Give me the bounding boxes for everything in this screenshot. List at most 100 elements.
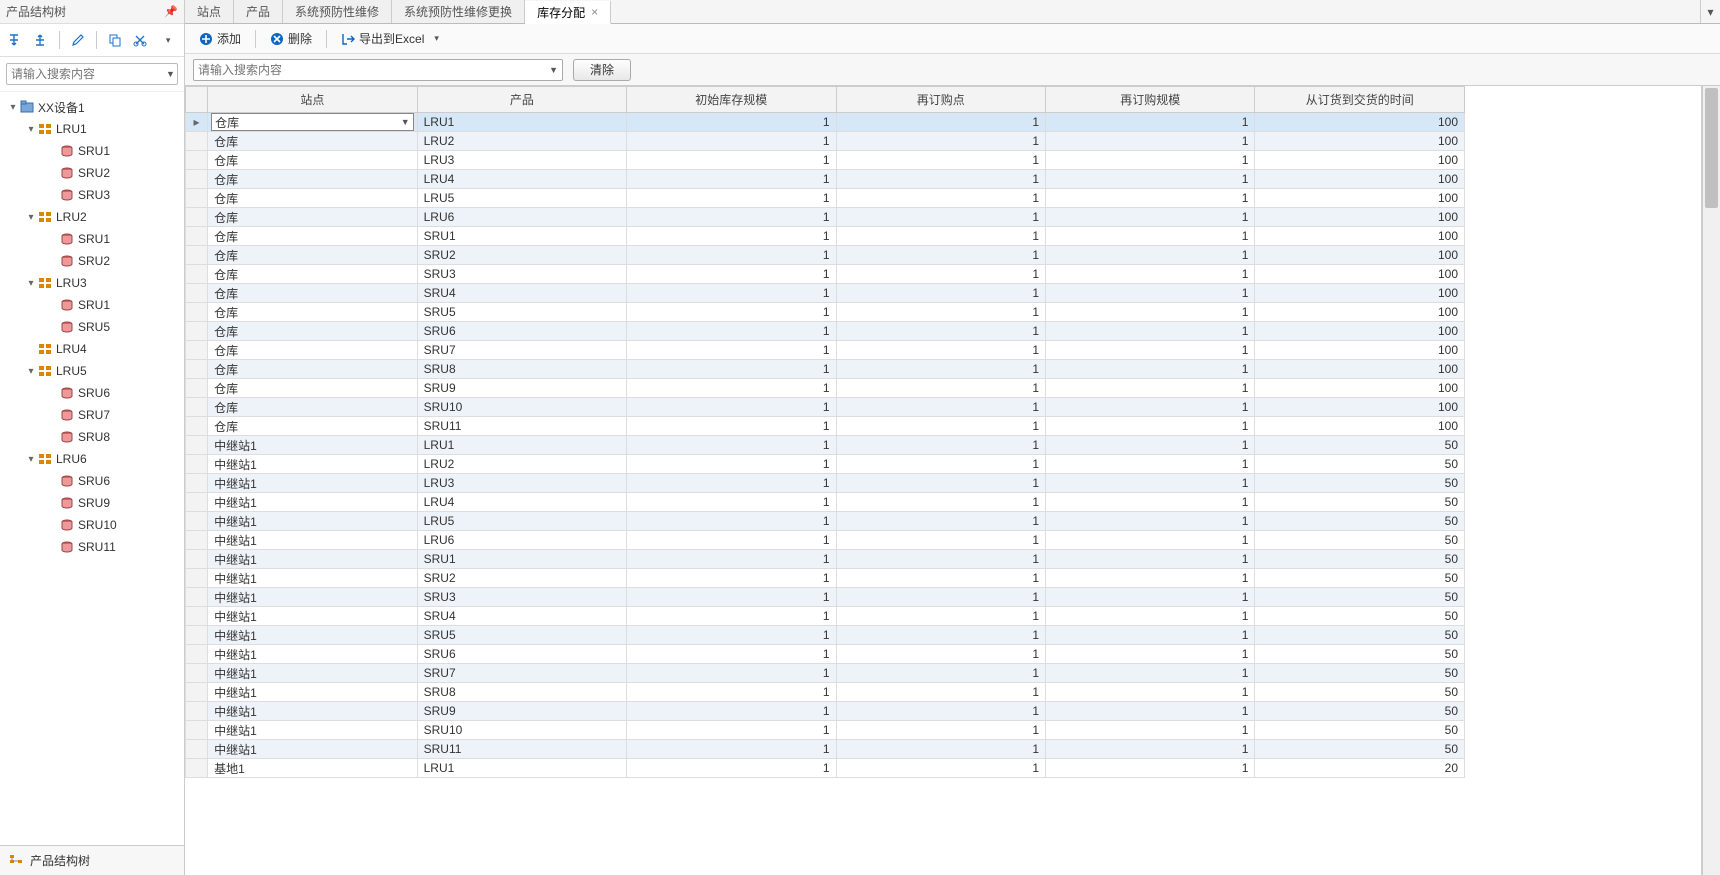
tab[interactable]: 站点 (185, 0, 234, 23)
table-row[interactable]: 中继站1LRU611150 (186, 531, 1465, 550)
cell-value[interactable]: 1 (836, 626, 1045, 645)
cell-value[interactable]: 1 (836, 436, 1045, 455)
cell-value[interactable]: 1 (836, 417, 1045, 436)
cell-value[interactable]: 1 (836, 702, 1045, 721)
table-row[interactable]: 仓库LRU5111100 (186, 189, 1465, 208)
cell-site[interactable]: 仓库 (208, 303, 417, 322)
cell-value[interactable]: 1 (836, 607, 1045, 626)
cell-product[interactable]: SRU11 (417, 740, 626, 759)
cell-value[interactable]: 50 (1255, 493, 1465, 512)
cell-site[interactable]: 中继站1 (208, 664, 417, 683)
chevron-down-icon[interactable]: ▼ (549, 65, 558, 75)
tree-item[interactable]: SRU7 (0, 404, 184, 426)
tree-toggle-icon[interactable]: ▾ (26, 454, 36, 465)
cell-site[interactable]: 仓库 (208, 189, 417, 208)
cell-value[interactable]: 50 (1255, 664, 1465, 683)
tabs-overflow-button[interactable]: ▾ (1700, 0, 1720, 23)
tree-item[interactable]: SRU11 (0, 536, 184, 558)
cell-value[interactable]: 1 (1046, 303, 1255, 322)
cell-value[interactable]: 1 (836, 683, 1045, 702)
cell-value[interactable]: 1 (1046, 588, 1255, 607)
cell-value[interactable]: 1 (627, 189, 836, 208)
cell-site[interactable]: 中继站1 (208, 645, 417, 664)
table-row[interactable]: 中继站1SRU311150 (186, 588, 1465, 607)
cell-value[interactable]: 1 (836, 398, 1045, 417)
cell-value[interactable]: 1 (836, 170, 1045, 189)
cell-value[interactable]: 1 (627, 360, 836, 379)
cell-value[interactable]: 1 (627, 493, 836, 512)
cell-value[interactable]: 1 (1046, 512, 1255, 531)
table-row[interactable]: 基地1LRU111120 (186, 759, 1465, 778)
cell-value[interactable]: 100 (1255, 398, 1465, 417)
cell-product[interactable]: LRU5 (417, 189, 626, 208)
cell-value[interactable]: 1 (627, 569, 836, 588)
filter-input[interactable]: ▼ (193, 59, 563, 81)
cell-product[interactable]: SRU1 (417, 550, 626, 569)
cell-value[interactable]: 1 (627, 512, 836, 531)
cell-site[interactable]: 仓库▼ (208, 113, 417, 132)
cell-value[interactable]: 1 (627, 531, 836, 550)
cell-value[interactable]: 50 (1255, 607, 1465, 626)
table-row[interactable]: 仓库SRU7111100 (186, 341, 1465, 360)
cell-site[interactable]: 基地1 (208, 759, 417, 778)
cut-button[interactable] (129, 28, 153, 52)
vertical-scrollbar[interactable] (1702, 86, 1720, 875)
cell-value[interactable]: 1 (836, 664, 1045, 683)
tab[interactable]: 库存分配× (525, 1, 611, 24)
table-row[interactable]: 中继站1SRU611150 (186, 645, 1465, 664)
tree-item[interactable]: SRU8 (0, 426, 184, 448)
cell-product[interactable]: SRU5 (417, 303, 626, 322)
tree-item[interactable]: LRU4 (0, 338, 184, 360)
search-input[interactable]: ▼ (6, 63, 178, 85)
cell-value[interactable]: 100 (1255, 170, 1465, 189)
cell-value[interactable]: 50 (1255, 588, 1465, 607)
cell-value[interactable]: 1 (627, 588, 836, 607)
cell-product[interactable]: SRU6 (417, 322, 626, 341)
cell-value[interactable]: 100 (1255, 417, 1465, 436)
cell-site[interactable]: 中继站1 (208, 474, 417, 493)
cell-value[interactable]: 1 (836, 455, 1045, 474)
cell-value[interactable]: 50 (1255, 683, 1465, 702)
table-row[interactable]: 中继站1SRU811150 (186, 683, 1465, 702)
table-row[interactable]: 中继站1SRU711150 (186, 664, 1465, 683)
tree-item[interactable]: SRU10 (0, 514, 184, 536)
cell-value[interactable]: 1 (836, 303, 1045, 322)
cell-value[interactable]: 1 (836, 645, 1045, 664)
cell-value[interactable]: 1 (627, 436, 836, 455)
tree-item[interactable]: SRU1 (0, 294, 184, 316)
cell-value[interactable]: 1 (627, 474, 836, 493)
cell-product[interactable]: SRU8 (417, 683, 626, 702)
column-header[interactable]: 从订货到交货的时间 (1255, 87, 1465, 113)
cell-product[interactable]: SRU8 (417, 360, 626, 379)
cell-site[interactable]: 中继站1 (208, 740, 417, 759)
cell-value[interactable]: 1 (1046, 227, 1255, 246)
cell-value[interactable]: 20 (1255, 759, 1465, 778)
table-row[interactable]: 仓库SRU5111100 (186, 303, 1465, 322)
tree-toggle-icon[interactable]: ▾ (26, 278, 36, 289)
cell-site[interactable]: 仓库 (208, 170, 417, 189)
cell-value[interactable]: 1 (836, 265, 1045, 284)
cell-product[interactable]: LRU1 (417, 113, 626, 132)
cell-value[interactable]: 1 (627, 645, 836, 664)
tree-item[interactable]: ▾LRU6 (0, 448, 184, 470)
cell-value[interactable]: 1 (836, 132, 1045, 151)
cell-value[interactable]: 100 (1255, 379, 1465, 398)
cell-value[interactable]: 1 (1046, 455, 1255, 474)
cell-value[interactable]: 1 (627, 626, 836, 645)
cell-value[interactable]: 1 (1046, 417, 1255, 436)
cell-product[interactable]: SRU10 (417, 721, 626, 740)
cell-site[interactable]: 仓库 (208, 208, 417, 227)
cell-value[interactable]: 1 (836, 341, 1045, 360)
cell-value[interactable]: 1 (627, 721, 836, 740)
cell-value[interactable]: 100 (1255, 151, 1465, 170)
cell-value[interactable]: 1 (836, 588, 1045, 607)
tree-item[interactable]: ▾LRU1 (0, 118, 184, 140)
cell-value[interactable]: 1 (1046, 531, 1255, 550)
cell-site[interactable]: 中继站1 (208, 721, 417, 740)
cell-product[interactable]: LRU6 (417, 531, 626, 550)
cell-value[interactable]: 1 (836, 721, 1045, 740)
cell-product[interactable]: SRU9 (417, 702, 626, 721)
cell-value[interactable]: 1 (1046, 341, 1255, 360)
cell-value[interactable]: 1 (1046, 474, 1255, 493)
cell-product[interactable]: SRU3 (417, 265, 626, 284)
